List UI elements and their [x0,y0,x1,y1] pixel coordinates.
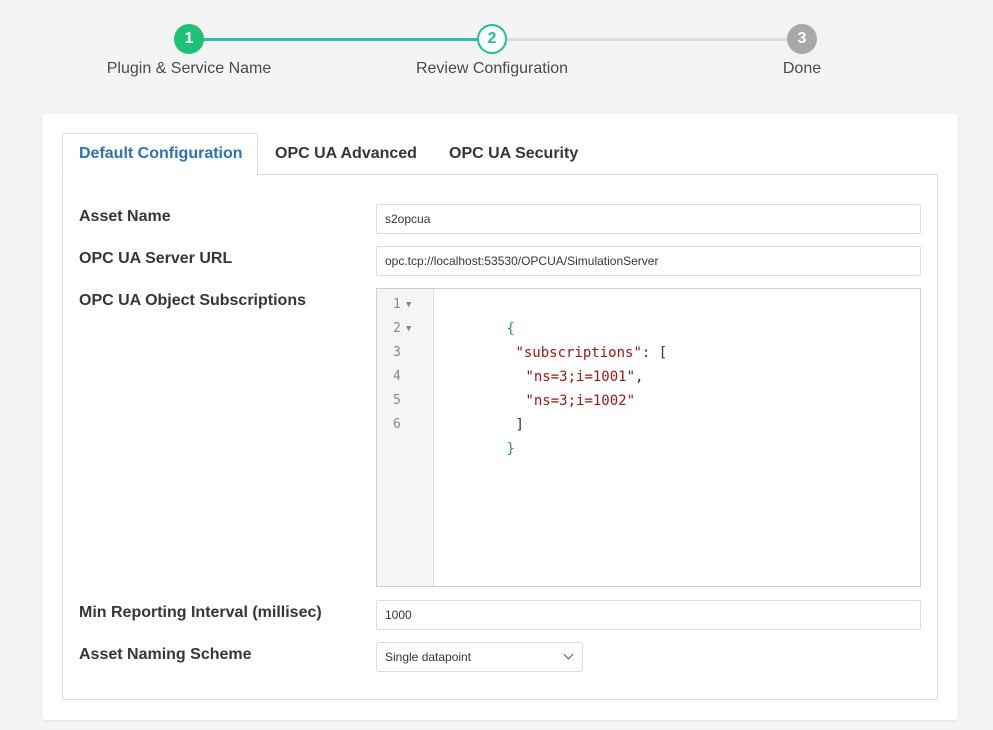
code-line-1: { [506,321,515,337]
code-line-6: } [506,441,515,457]
step-3-label: Done [782,60,822,77]
step-1-label: Plugin & Service Name [106,60,272,77]
step-1-number: 1 [184,30,194,47]
chevron-down-icon [563,649,574,660]
fold-arrow-icon[interactable]: ▼ [406,317,411,341]
fold-arrow-icon[interactable]: ▼ [406,293,411,317]
editor-gutter: 1 ▼ 2 ▼ 3 4 5 6 [377,289,434,586]
code-line-3: "ns=3;i=1001", [525,369,644,385]
config-tabs: Default Configuration OPC UA Advanced OP… [62,133,938,175]
naming-scheme-label: Asset Naming Scheme [79,646,252,663]
line-number: 2 ▼ [377,317,434,341]
server-url-label: OPC UA Server URL [79,250,233,267]
step-connector-2-3 [507,38,787,41]
step-3-indicator: 3 [787,24,817,54]
naming-scheme-select[interactable]: Single datapoint [376,642,583,672]
line-number: 1 ▼ [377,293,434,317]
code-line-5: ] [515,417,524,433]
min-interval-label: Min Reporting Interval (millisec) [79,604,322,621]
asset-name-input[interactable] [376,204,921,234]
configuration-card: Default Configuration OPC UA Advanced OP… [42,114,958,720]
tab-opc-ua-security[interactable]: OPC UA Security [433,133,594,175]
line-number: 4 [393,369,401,384]
step-connector-1-2 [203,38,477,41]
asset-name-label: Asset Name [79,208,171,225]
naming-scheme-value: Single datapoint [385,650,472,664]
wizard-stepper: 1 2 3 Plugin & Service Name Review Confi… [0,0,993,100]
line-number: 3 [393,345,401,360]
step-2-label: Review Configuration [415,60,569,77]
step-2-number: 2 [487,30,497,47]
tab-default-configuration[interactable]: Default Configuration [62,133,258,175]
line-number: 5 [393,393,401,408]
code-line-4: "ns=3;i=1002" [525,393,636,409]
code-line-2: "subscriptions": [ [515,345,668,361]
min-interval-input[interactable] [376,600,921,630]
step-3-number: 3 [797,30,807,47]
step-2-indicator: 2 [477,24,507,54]
line-number: 6 [393,417,401,432]
tab-opc-ua-advanced[interactable]: OPC UA Advanced [259,133,433,175]
step-1-indicator: 1 [174,24,204,54]
subscriptions-label: OPC UA Object Subscriptions [79,292,306,309]
config-panel: Asset Name OPC UA Server URL OPC UA Obje… [62,174,938,700]
subscriptions-code-editor[interactable]: 1 ▼ 2 ▼ 3 4 5 6 {"subscriptions": ["ns… [376,288,921,587]
server-url-input[interactable] [376,246,921,276]
